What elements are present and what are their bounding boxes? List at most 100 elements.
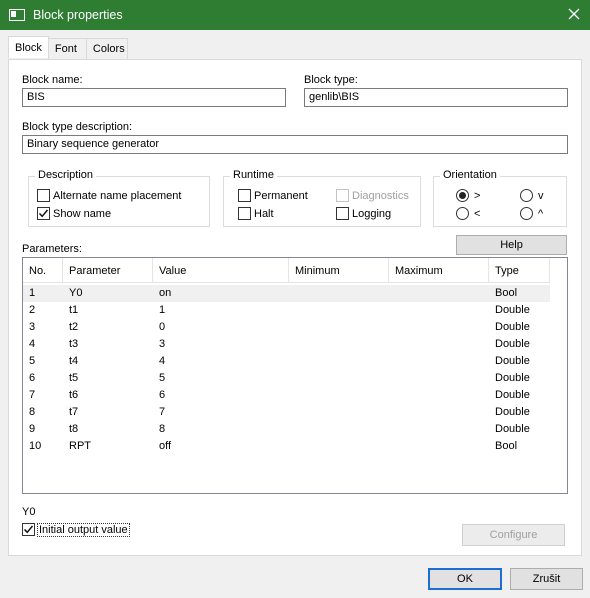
cell-no: 7 xyxy=(29,389,36,401)
radio-icon[interactable] xyxy=(456,207,469,220)
checkbox-box[interactable] xyxy=(238,189,251,202)
halt-checkbox[interactable]: Halt xyxy=(238,207,274,220)
initial-output-value-checkbox[interactable]: Initial output value xyxy=(22,522,130,537)
tab-colors[interactable]: Colors xyxy=(85,38,128,59)
block-type-field[interactable]: genlib\BIS xyxy=(304,88,568,107)
cell-type: Double xyxy=(495,389,530,401)
tab-strip: Block Font Colors xyxy=(8,36,128,59)
orientation-group-title: Orientation xyxy=(440,169,500,181)
cell-parameter: t4 xyxy=(69,355,79,367)
parameters-header: No. Parameter Value Minimum Maximum Type xyxy=(23,258,550,283)
column-header-value[interactable]: Value xyxy=(153,258,289,283)
cell-no: 2 xyxy=(29,304,36,316)
cell-value: 1 xyxy=(159,304,166,316)
radio-icon[interactable] xyxy=(520,207,533,220)
cell-parameter: Y0 xyxy=(69,287,83,299)
alternate-name-placement-label: Alternate name placement xyxy=(53,189,182,202)
table-row[interactable]: 10 RPT off Bool xyxy=(23,438,550,455)
configure-button[interactable]: Configure xyxy=(462,524,565,546)
cell-parameter: t7 xyxy=(69,406,79,418)
initial-output-value-label: Initial output value xyxy=(37,522,130,537)
table-row[interactable]: 2 t1 1 Double xyxy=(23,302,550,319)
orientation-down-radio[interactable]: v xyxy=(520,189,544,202)
table-row[interactable]: 4 t3 3 Double xyxy=(23,336,550,353)
cell-type: Double xyxy=(495,423,530,435)
permanent-checkbox[interactable]: Permanent xyxy=(238,189,308,202)
column-header-parameter[interactable]: Parameter xyxy=(63,258,153,283)
cell-parameter: t1 xyxy=(69,304,79,316)
tab-block[interactable]: Block xyxy=(8,36,49,58)
cell-type: Double xyxy=(495,338,530,350)
title-bar: Block properties xyxy=(0,0,590,30)
cell-value: 8 xyxy=(159,423,166,435)
table-row[interactable]: 6 t5 5 Double xyxy=(23,370,550,387)
block-name-input[interactable]: BIS xyxy=(22,88,286,107)
cell-no: 3 xyxy=(29,321,36,333)
logging-label: Logging xyxy=(352,207,392,220)
cell-no: 5 xyxy=(29,355,36,367)
column-header-maximum[interactable]: Maximum xyxy=(389,258,489,283)
diagnostics-checkbox: Diagnostics xyxy=(336,189,409,202)
orientation-group: Orientation xyxy=(433,169,567,227)
table-row[interactable]: 7 t6 6 Double xyxy=(23,387,550,404)
table-row[interactable]: 1 Y0 on Bool xyxy=(23,285,550,302)
checkmark-icon[interactable] xyxy=(22,523,35,536)
cell-type: Double xyxy=(495,321,530,333)
tab-font[interactable]: Font xyxy=(47,38,87,59)
logging-checkbox[interactable]: Logging xyxy=(336,207,391,220)
orientation-right-radio[interactable]: > xyxy=(456,189,480,202)
checkbox-box[interactable] xyxy=(238,207,251,220)
cancel-button[interactable]: Zrušit xyxy=(510,568,583,590)
block-name-label: Block name: xyxy=(22,74,83,86)
ok-button[interactable]: OK xyxy=(428,568,502,590)
cell-value: 5 xyxy=(159,372,166,384)
cell-parameter: t3 xyxy=(69,338,79,350)
cell-value: 0 xyxy=(159,321,166,333)
table-row[interactable]: 5 t4 4 Double xyxy=(23,353,550,370)
show-name-label: Show name xyxy=(53,207,112,220)
checkbox-box[interactable] xyxy=(37,189,50,202)
parameters-list[interactable]: No. Parameter Value Minimum Maximum Type… xyxy=(22,257,568,494)
table-row[interactable]: 9 t8 8 Double xyxy=(23,421,550,438)
description-group-title: Description xyxy=(35,169,97,181)
cell-no: 9 xyxy=(29,423,36,435)
orientation-left-radio[interactable]: < xyxy=(456,207,480,220)
runtime-group-title: Runtime xyxy=(230,169,277,181)
table-row[interactable]: 8 t7 7 Double xyxy=(23,404,550,421)
checkbox-box[interactable] xyxy=(336,207,349,220)
close-icon[interactable] xyxy=(566,6,582,22)
radio-selected-icon[interactable] xyxy=(456,189,469,202)
cell-no: 1 xyxy=(29,287,36,299)
orientation-up-label: ^ xyxy=(538,207,544,220)
orientation-right-label: > xyxy=(474,189,481,202)
column-header-minimum[interactable]: Minimum xyxy=(289,258,389,283)
cell-value: 6 xyxy=(159,389,166,401)
checkmark-icon[interactable] xyxy=(37,207,50,220)
orientation-up-radio[interactable]: ^ xyxy=(520,207,543,220)
cell-value: 4 xyxy=(159,355,166,367)
cell-type: Double xyxy=(495,406,530,418)
diagnostics-label: Diagnostics xyxy=(352,189,409,202)
cell-value: 7 xyxy=(159,406,166,418)
orientation-down-label: v xyxy=(538,189,544,202)
column-header-type[interactable]: Type xyxy=(489,258,550,283)
block-type-label: Block type: xyxy=(304,74,358,86)
cell-value: 3 xyxy=(159,338,166,350)
block-type-description-field[interactable]: Binary sequence generator xyxy=(22,135,568,154)
cell-parameter: t5 xyxy=(69,372,79,384)
cell-value: on xyxy=(159,287,172,299)
alternate-name-placement-checkbox[interactable]: Alternate name placement xyxy=(37,189,181,202)
show-name-checkbox[interactable]: Show name xyxy=(37,207,111,220)
help-button[interactable]: Help xyxy=(456,235,567,255)
radio-icon[interactable] xyxy=(520,189,533,202)
cell-parameter: RPT xyxy=(69,440,91,452)
column-header-no[interactable]: No. xyxy=(23,258,63,283)
selected-parameter-name: Y0 xyxy=(22,506,36,518)
cell-no: 8 xyxy=(29,406,36,418)
cell-type: Double xyxy=(495,304,530,316)
cell-parameter: t6 xyxy=(69,389,79,401)
cell-value: off xyxy=(159,440,172,452)
checkbox-box xyxy=(336,189,349,202)
table-row[interactable]: 3 t2 0 Double xyxy=(23,319,550,336)
cell-type: Bool xyxy=(495,440,518,452)
